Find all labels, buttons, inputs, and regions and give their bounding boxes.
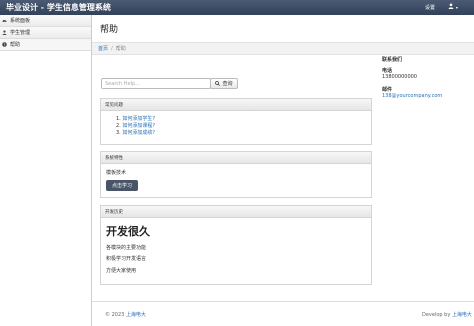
faq-item-add-student[interactable]: 1. 如何添加学生? <box>116 116 155 123</box>
phone-value: 13800000000 <box>382 74 417 80</box>
features-panel-title: 系统特性 <box>101 152 371 164</box>
email-link[interactable]: 138@yourcompany.com <box>382 93 442 99</box>
dashboard-icon <box>2 20 7 23</box>
dev-history-line: 各模块的主要功能 <box>106 245 147 251</box>
breadcrumb: 首页 / 帮助 <box>92 42 474 55</box>
footer-copyright: © 2023 上海电大 <box>105 312 146 318</box>
sidebar: 系统面板 学生管理 ? 帮助 <box>0 15 92 326</box>
sidebar-item-help[interactable]: ? 帮助 <box>0 39 91 51</box>
user-icon <box>448 3 454 9</box>
sidebar-item-label: 帮助 <box>10 42 21 48</box>
top-navbar: 毕业设计 - 学生信息管理系统 设置 ▾ <box>0 0 474 15</box>
search-icon <box>215 81 221 86</box>
contact-title: 联系我们 <box>382 57 403 63</box>
features-text: 模板技术 <box>106 170 127 176</box>
page-title: 帮助 <box>100 25 119 35</box>
svg-text:?: ? <box>4 43 6 47</box>
breadcrumb-current: 帮助 <box>115 46 126 52</box>
footer-developer: Develop by 上海电大 <box>422 312 472 318</box>
chevron-down-icon: ▾ <box>455 5 458 10</box>
search-button[interactable]: 查询 <box>210 78 238 89</box>
help-icon: ? <box>2 42 7 47</box>
sidebar-item-label: 系统面板 <box>10 18 31 24</box>
user-icon <box>2 30 7 35</box>
learn-more-button[interactable]: 点击学习 <box>106 180 138 191</box>
footer-copyright-link[interactable]: 上海电大 <box>126 312 146 318</box>
dev-history-panel-title: 开发历史 <box>101 206 371 218</box>
footer-developer-link[interactable]: 上海电大 <box>452 312 472 318</box>
breadcrumb-home[interactable]: 首页 <box>98 45 108 52</box>
breadcrumb-separator: / <box>111 45 113 52</box>
sidebar-item-dashboard[interactable]: 系统面板 <box>0 15 91 27</box>
search-button-label: 查询 <box>222 81 233 87</box>
email-label: 邮件 <box>382 87 393 93</box>
dev-history-panel: 开发历史 开发很久 各模块的主要功能 积极学习开发语言 方便大家使用 <box>100 205 372 285</box>
dev-history-line: 积极学习开发语言 <box>106 256 147 262</box>
dev-history-heading: 开发很久 <box>106 225 150 238</box>
main-content: 帮助 首页 / 帮助 查询 常见问题 1. 如何添加学生? 2. 如何添加课程?… <box>92 15 474 326</box>
faq-panel: 常见问题 1. 如何添加学生? 2. 如何添加课程? 3. 如何添加成绩? <box>100 98 372 145</box>
features-panel: 系统特性 模板技术 点击学习 <box>100 151 372 198</box>
user-menu[interactable]: ▾ <box>448 3 458 11</box>
dev-history-line: 方便大家使用 <box>106 268 137 274</box>
phone-label: 电话 <box>382 68 393 74</box>
app-brand[interactable]: 毕业设计 - 学生信息管理系统 <box>6 2 111 13</box>
sidebar-item-students[interactable]: 学生管理 <box>0 27 91 39</box>
settings-link[interactable]: 设置 <box>425 4 435 11</box>
faq-list: 1. 如何添加学生? 2. 如何添加课程? 3. 如何添加成绩? <box>116 116 155 137</box>
faq-item-add-grade[interactable]: 3. 如何添加成绩? <box>116 130 155 137</box>
search-input[interactable] <box>101 78 211 89</box>
faq-panel-title: 常见问题 <box>101 99 371 111</box>
sidebar-item-label: 学生管理 <box>10 30 31 36</box>
faq-item-add-course[interactable]: 2. 如何添加课程? <box>116 123 155 130</box>
footer-divider <box>92 301 474 302</box>
